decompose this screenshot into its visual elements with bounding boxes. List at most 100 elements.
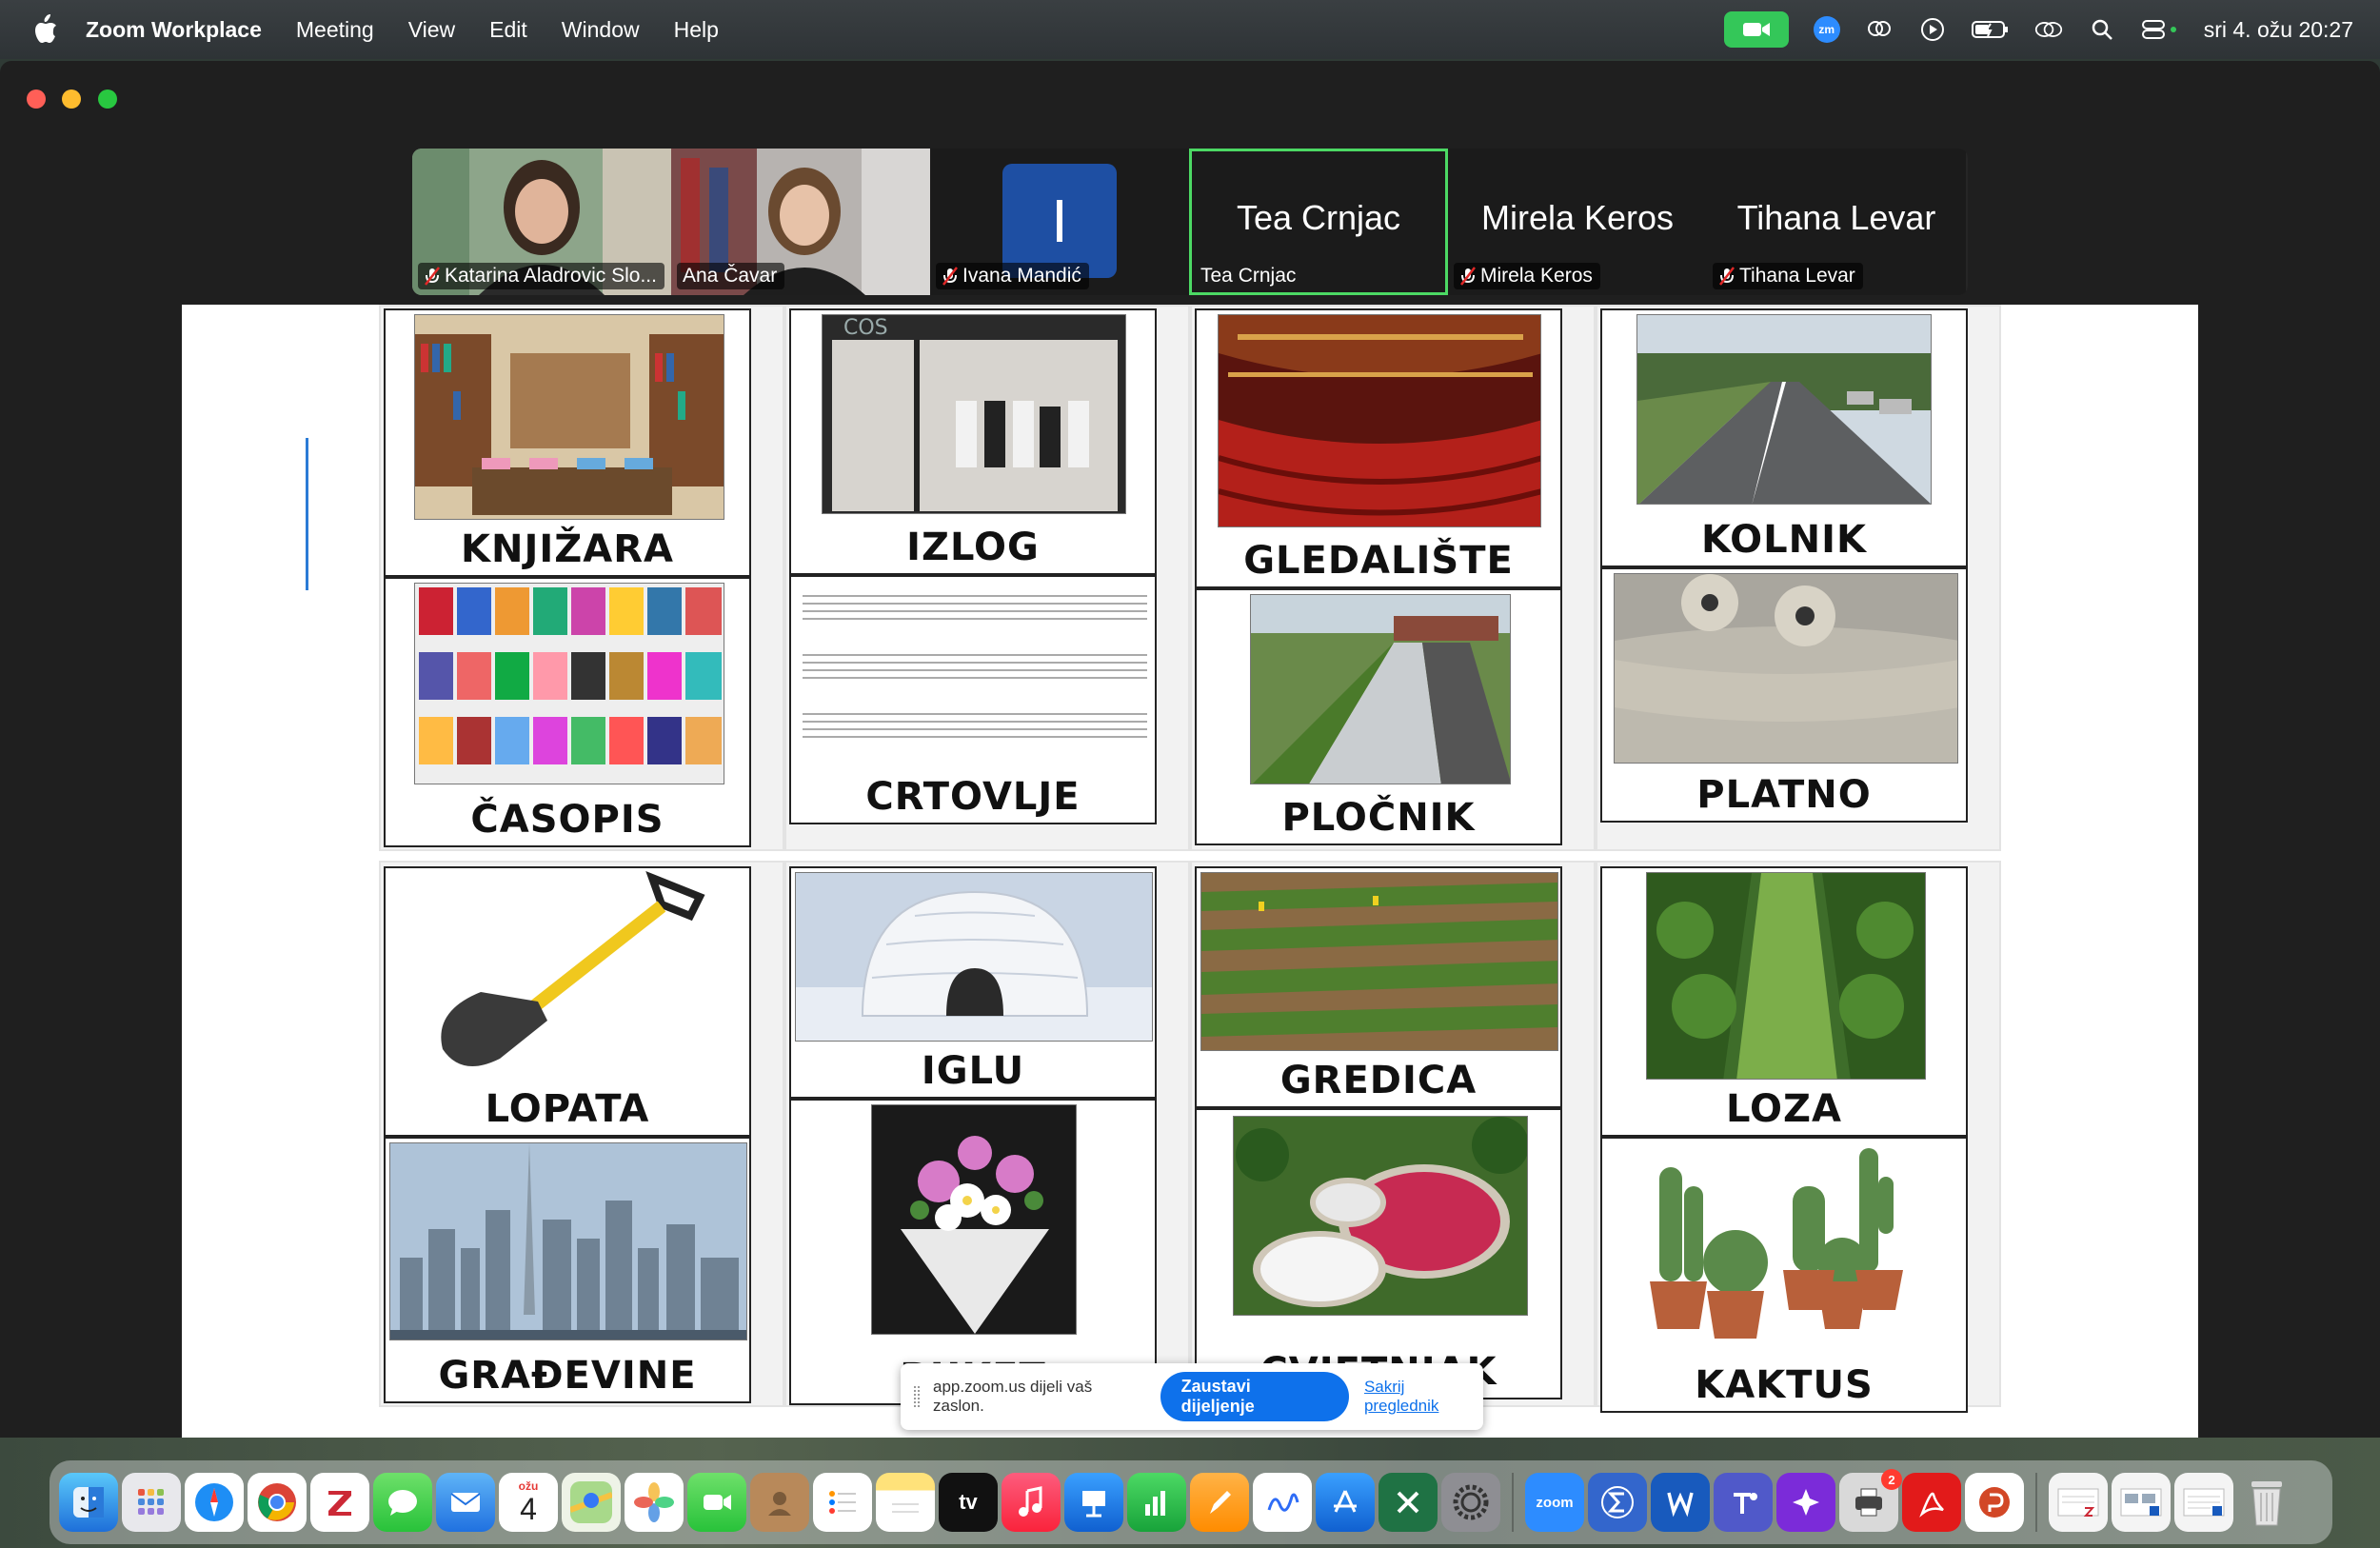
zoom-status-icon[interactable]: zm — [1813, 16, 1840, 43]
word-card-izlog: COS IZLOG — [789, 308, 1157, 575]
menu-edit[interactable]: Edit — [489, 17, 527, 43]
app-store-icon[interactable] — [1316, 1473, 1375, 1532]
muted-mic-icon — [942, 267, 958, 286]
photos-icon[interactable] — [625, 1473, 684, 1532]
hide-browser-link[interactable]: Sakrij preglednik — [1364, 1378, 1483, 1416]
dock-separator — [1512, 1473, 1514, 1532]
participant-tile[interactable]: Mirela Keros Mirela Keros — [1448, 149, 1707, 295]
keynote-icon[interactable] — [1064, 1473, 1123, 1532]
drag-handle[interactable] — [914, 1386, 920, 1407]
share-message: app.zoom.us dijeli vaš zaslon. — [932, 1378, 1093, 1415]
participant-strip: Katarina Aladrovic Slo... Ana Čavar I Iv… — [412, 149, 1968, 295]
menu-view[interactable]: View — [408, 17, 455, 43]
excel-icon[interactable] — [1378, 1473, 1438, 1532]
cos-sign-text: COS — [843, 316, 888, 340]
card-label: IZLOG — [906, 526, 1040, 569]
video-status-indicator[interactable] — [1723, 11, 1789, 48]
participant-tile-active-speaker[interactable]: Tea Crnjac Tea Crnjac — [1189, 149, 1448, 295]
window-close-button[interactable] — [27, 89, 46, 109]
recent-document-icon[interactable] — [2049, 1473, 2108, 1532]
calendar-icon[interactable]: ožu 4 — [499, 1473, 558, 1532]
trash-icon[interactable] — [2237, 1473, 2296, 1532]
recent-document-icon[interactable] — [2174, 1473, 2233, 1532]
participant-tile[interactable]: Tihana Levar Tihana Levar — [1707, 149, 1966, 295]
control-center-icon[interactable] — [2141, 15, 2179, 44]
buildings-image — [389, 1142, 747, 1340]
apple-tv-icon[interactable]: tv — [939, 1473, 998, 1532]
card-label: KNJIŽARA — [461, 527, 674, 571]
text-cursor — [306, 438, 308, 590]
word-card-loza: LOZA — [1600, 866, 1968, 1137]
pages-icon[interactable] — [1190, 1473, 1249, 1532]
brain-icon[interactable] — [1865, 15, 1894, 44]
zoom-app-icon[interactable]: zoom — [1525, 1473, 1584, 1532]
numbers-icon[interactable] — [1127, 1473, 1186, 1532]
freeform-icon[interactable] — [1253, 1473, 1312, 1532]
facetime-icon[interactable] — [687, 1473, 746, 1532]
calendar-month: ožu — [518, 1479, 539, 1493]
chrome-icon[interactable] — [248, 1473, 307, 1532]
recent-document-icon[interactable] — [2112, 1473, 2171, 1532]
word-card-lopata: LOPATA — [384, 866, 751, 1137]
messages-icon[interactable] — [373, 1473, 432, 1532]
canvas-rolls-image — [1614, 573, 1958, 764]
reminders-icon[interactable] — [813, 1473, 872, 1532]
vineyard-image — [1646, 872, 1926, 1080]
participant-name-tag: Ivana Mandić — [936, 263, 1089, 289]
printer-icon[interactable]: 2 — [1839, 1469, 1902, 1532]
contacts-icon[interactable] — [750, 1473, 809, 1532]
word-card-cvjetnjak: CVJETNJAK — [1195, 1108, 1562, 1399]
card-label: CRTOVLJE — [865, 775, 1081, 819]
screen-mirroring-icon[interactable] — [2034, 15, 2063, 44]
copilot-icon[interactable] — [1776, 1473, 1835, 1532]
igloo-image — [795, 872, 1153, 1042]
safari-icon[interactable] — [185, 1473, 244, 1532]
participant-tile[interactable]: Katarina Aladrovic Slo... — [412, 149, 671, 295]
road-image — [1636, 314, 1932, 505]
word-icon[interactable] — [1651, 1473, 1710, 1532]
menu-window[interactable]: Window — [562, 17, 640, 43]
card-label: PLATNO — [1696, 773, 1872, 817]
music-icon[interactable] — [1002, 1473, 1061, 1532]
card-label: KAKTUS — [1695, 1363, 1874, 1407]
powerpoint-icon[interactable] — [1965, 1473, 2024, 1532]
participant-tile[interactable]: I Ivana Mandić — [930, 149, 1189, 295]
mail-icon[interactable] — [436, 1473, 495, 1532]
menu-help[interactable]: Help — [674, 17, 719, 43]
dock-separator — [2035, 1473, 2037, 1532]
battery-icon[interactable] — [1971, 15, 2010, 44]
participant-big-name: Tihana Levar — [1736, 198, 1936, 237]
stop-sharing-button[interactable]: Zaustavi dijeljenje — [1160, 1372, 1349, 1421]
notes-icon[interactable] — [876, 1473, 935, 1532]
launchpad-icon[interactable] — [122, 1473, 181, 1532]
window-minimize-button[interactable] — [62, 89, 81, 109]
window-maximize-button[interactable] — [98, 89, 117, 109]
teams-icon[interactable] — [1714, 1473, 1773, 1532]
dock: ožu 4 tv zoom 2 — [50, 1460, 2332, 1544]
finder-icon[interactable] — [59, 1473, 118, 1532]
app-name-menu[interactable]: Zoom Workplace — [86, 17, 262, 43]
search-icon[interactable] — [2088, 15, 2116, 44]
shared-screen-content: KNJIŽARA ČASOPIS COS IZLOG CRTOVLJE GLED… — [182, 305, 2198, 1438]
word-card-iglu: IGLU — [789, 866, 1157, 1099]
flower-garden-image — [1233, 1116, 1528, 1316]
card-label: LOZA — [1725, 1087, 1843, 1131]
menubar-clock[interactable]: sri 4. ožu 20:27 — [2204, 17, 2353, 43]
apple-icon[interactable] — [30, 13, 59, 46]
acrobat-icon[interactable] — [1902, 1473, 1961, 1532]
zoom-meeting-window: Katarina Aladrovic Slo... Ana Čavar I Iv… — [0, 61, 2380, 1438]
word-card-kolnik: KOLNIK — [1600, 308, 1968, 567]
maps-icon[interactable] — [562, 1473, 621, 1532]
menu-meeting[interactable]: Meeting — [296, 17, 374, 43]
participant-name: Ana Čavar — [683, 265, 778, 287]
participant-name: Ivana Mandić — [962, 265, 1081, 287]
system-settings-icon[interactable] — [1441, 1473, 1500, 1532]
lined-paper-image — [803, 595, 1147, 738]
sigma-app-icon[interactable] — [1588, 1473, 1647, 1532]
participant-tile[interactable]: Ana Čavar — [671, 149, 930, 295]
participant-name: Tihana Levar — [1739, 265, 1855, 287]
card-label: IGLU — [921, 1049, 1025, 1093]
zotero-icon[interactable] — [310, 1473, 369, 1532]
menu-bar: Zoom Workplace Meeting View Edit Window … — [0, 0, 2380, 59]
play-circle-icon[interactable] — [1918, 15, 1947, 44]
